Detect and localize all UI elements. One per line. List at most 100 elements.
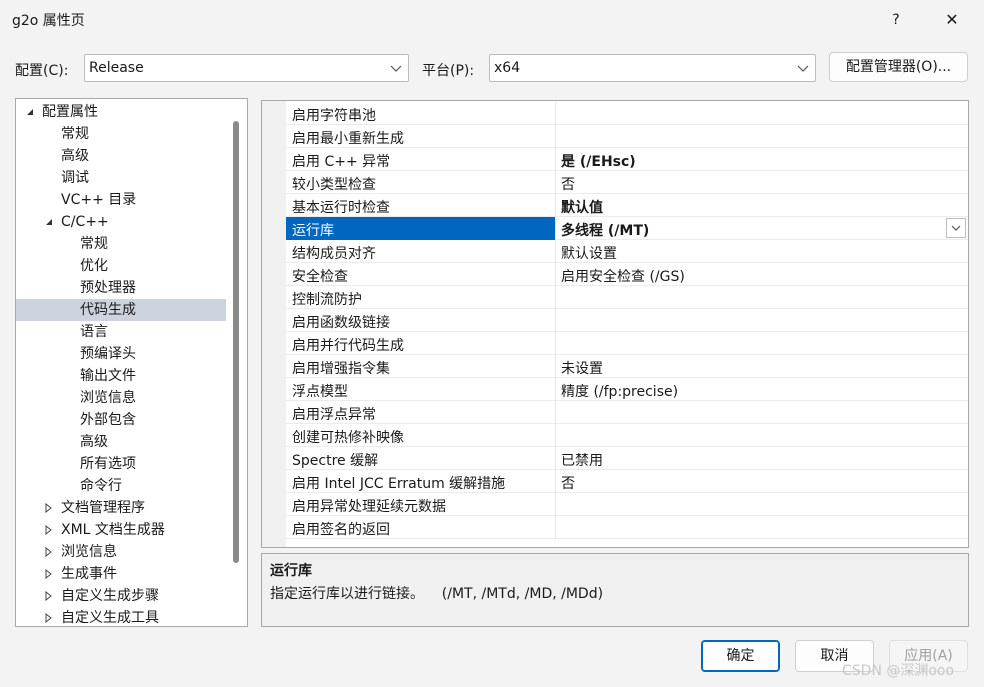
column-separator <box>555 286 556 309</box>
property-row[interactable]: 安全检查 启用安全检查 (/GS) <box>286 263 968 286</box>
property-row[interactable]: 结构成员对齐 默认设置 <box>286 240 968 263</box>
value-dropdown-button[interactable] <box>946 218 966 238</box>
tree-item[interactable]: 浏览信息 <box>16 387 226 409</box>
property-name: 较小类型检查 <box>292 177 376 193</box>
close-button[interactable]: ✕ <box>932 6 972 34</box>
title-bar: g2o 属性页 ? ✕ <box>0 0 984 40</box>
property-row[interactable]: Spectre 缓解 已禁用 <box>286 447 968 470</box>
collapsed-triangle-icon[interactable] <box>43 519 55 541</box>
tree-item[interactable]: 自定义生成步骤 <box>16 585 226 607</box>
tree-item-label: 外部包含 <box>80 412 136 428</box>
property-row[interactable]: 较小类型检查 否 <box>286 171 968 194</box>
tree-item[interactable]: 外部包含 <box>16 409 226 431</box>
help-button[interactable]: ? <box>876 6 916 34</box>
property-value: 否 <box>561 177 575 193</box>
tree-item-label: 调试 <box>61 170 89 186</box>
expanded-triangle-icon[interactable] <box>43 211 55 233</box>
property-pages-dialog: g2o 属性页 ? ✕ 配置(C): Release 平台(P): x64 配置… <box>0 0 984 687</box>
property-row[interactable]: 运行库 多线程 (/MT) <box>286 217 968 240</box>
tree-item[interactable]: 自定义生成工具 <box>16 607 226 626</box>
tree-item-label: 预处理器 <box>80 280 136 296</box>
property-value: 默认值 <box>561 200 603 216</box>
tree-item[interactable]: 生成事件 <box>16 563 226 585</box>
property-name: 启用签名的返回 <box>292 522 390 538</box>
tree-item[interactable]: 输出文件 <box>16 365 226 387</box>
property-row[interactable]: 浮点模型 精度 (/fp:precise) <box>286 378 968 401</box>
property-name: 启用 Intel JCC Erratum 缓解措施 <box>292 476 506 492</box>
property-value: 是 (/EHsc) <box>561 154 636 170</box>
ok-button[interactable]: 确定 <box>701 640 780 672</box>
property-name: 控制流防护 <box>292 292 362 308</box>
tree-item[interactable]: 所有选项 <box>16 453 226 475</box>
tree-item-label: 代码生成 <box>80 302 136 318</box>
column-separator <box>555 470 556 493</box>
expanded-triangle-icon[interactable] <box>24 101 36 123</box>
tree-item-label: 浏览信息 <box>61 544 117 560</box>
property-name: 启用浮点异常 <box>292 407 376 423</box>
property-name: 安全检查 <box>292 269 348 285</box>
property-value[interactable]: 多线程 (/MT) <box>561 220 649 240</box>
property-row[interactable]: 基本运行时检查 默认值 <box>286 194 968 217</box>
property-name: 启用字符串池 <box>292 108 376 124</box>
tree-item[interactable]: 命令行 <box>16 475 226 497</box>
column-separator <box>555 332 556 355</box>
tree-item-label: 自定义生成步骤 <box>61 588 159 604</box>
configuration-manager-button[interactable]: 配置管理器(O)... <box>829 52 968 82</box>
property-row[interactable]: 控制流防护 <box>286 286 968 309</box>
collapsed-triangle-icon[interactable] <box>43 541 55 563</box>
property-row[interactable]: 启用函数级链接 <box>286 309 968 332</box>
tree-item-label: 优化 <box>80 258 108 274</box>
tree-item[interactable]: 代码生成 <box>16 299 226 321</box>
property-row[interactable]: 启用 C++ 异常 是 (/EHsc) <box>286 148 968 171</box>
property-tree: 配置属性 常规 高级 调试 VC++ 目录 C/C++ 常规 优化 预处理器 代码生成 语言 预编译头… <box>15 98 248 627</box>
property-name: 运行库 <box>292 223 334 239</box>
property-row[interactable]: 启用异常处理延续元数据 <box>286 493 968 516</box>
tree-item[interactable]: 高级 <box>16 145 226 167</box>
tree-item[interactable]: 高级 <box>16 431 226 453</box>
property-row[interactable]: 启用签名的返回 <box>286 516 968 539</box>
tree-item-label: 常规 <box>80 236 108 252</box>
column-separator <box>555 378 556 401</box>
column-separator <box>555 309 556 332</box>
property-row[interactable]: 启用 Intel JCC Erratum 缓解措施 否 <box>286 470 968 493</box>
column-separator <box>555 401 556 424</box>
property-row[interactable]: 启用字符串池 <box>286 102 968 125</box>
grid-gutter <box>262 101 286 547</box>
property-value: 精度 (/fp:precise) <box>561 384 679 400</box>
configuration-dropdown[interactable]: Release <box>84 54 409 82</box>
collapsed-triangle-icon[interactable] <box>43 563 55 585</box>
platform-label: 平台(P): <box>422 63 475 79</box>
tree-item[interactable]: 调试 <box>16 167 226 189</box>
window-title: g2o 属性页 <box>12 13 85 29</box>
property-name: 浮点模型 <box>292 384 348 400</box>
collapsed-triangle-icon[interactable] <box>43 607 55 626</box>
tree-item[interactable]: 常规 <box>16 233 226 255</box>
property-row[interactable]: 创建可热修补映像 <box>286 424 968 447</box>
tree-item[interactable]: XML 文档生成器 <box>16 519 226 541</box>
property-name: 基本运行时检查 <box>292 200 390 216</box>
tree-item[interactable]: 文档管理程序 <box>16 497 226 519</box>
column-separator <box>555 447 556 470</box>
tree-item[interactable]: 浏览信息 <box>16 541 226 563</box>
tree-item[interactable]: 优化 <box>16 255 226 277</box>
tree-item[interactable]: 预处理器 <box>16 277 226 299</box>
collapsed-triangle-icon[interactable] <box>43 497 55 519</box>
property-row[interactable]: 启用浮点异常 <box>286 401 968 424</box>
tree-item[interactable]: 常规 <box>16 123 226 145</box>
property-row[interactable]: 启用最小重新生成 <box>286 125 968 148</box>
description-panel: 运行库 指定运行库以进行链接。 (/MT, /MTd, /MD, /MDd) <box>261 553 969 627</box>
property-name: 启用并行代码生成 <box>292 338 404 354</box>
collapsed-triangle-icon[interactable] <box>43 585 55 607</box>
tree-scrollbar[interactable] <box>233 121 239 563</box>
tree-item[interactable]: C/C++ <box>16 211 226 233</box>
tree-item[interactable]: VC++ 目录 <box>16 189 226 211</box>
property-row[interactable]: 启用增强指令集 未设置 <box>286 355 968 378</box>
tree-item[interactable]: 预编译头 <box>16 343 226 365</box>
property-name: 启用 C++ 异常 <box>292 154 391 170</box>
platform-dropdown[interactable]: x64 <box>489 54 816 82</box>
tree-item-label: 高级 <box>61 148 89 164</box>
tree-item[interactable]: 配置属性 <box>16 101 226 123</box>
property-row[interactable]: 启用并行代码生成 <box>286 332 968 355</box>
property-value: 否 <box>561 476 575 492</box>
tree-item[interactable]: 语言 <box>16 321 226 343</box>
